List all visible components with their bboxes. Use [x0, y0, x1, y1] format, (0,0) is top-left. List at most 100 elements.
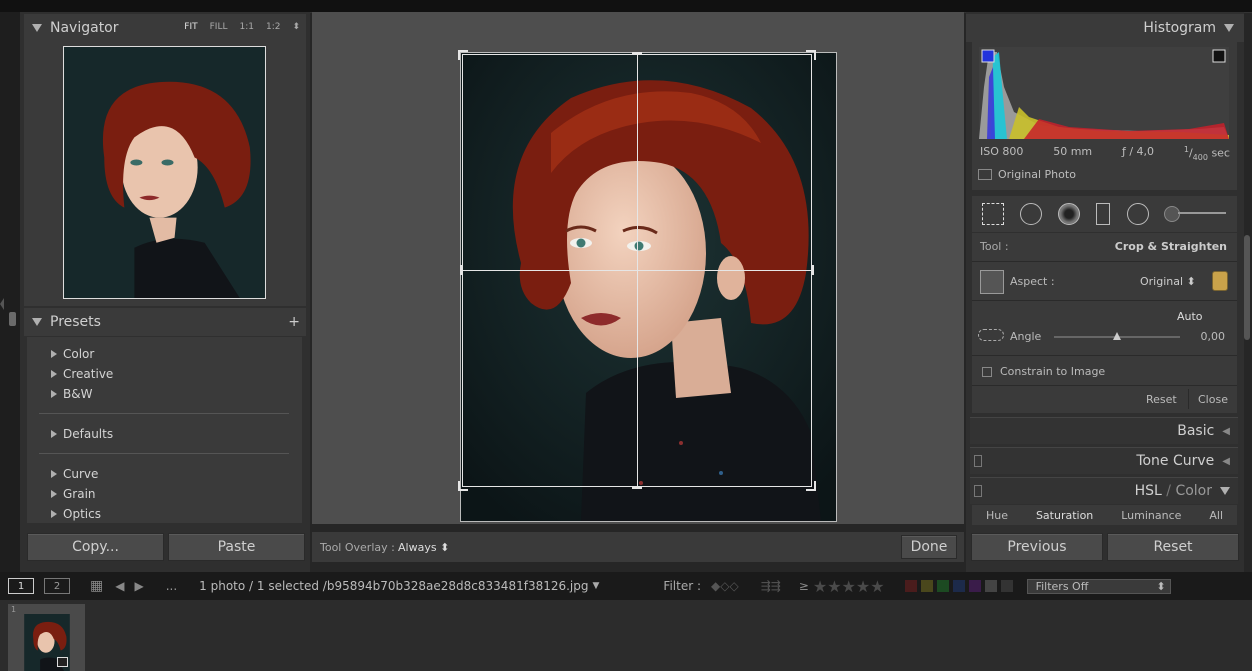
tone-curve-section-header[interactable]: Tone Curve ◀ [970, 447, 1238, 474]
tab-all[interactable]: All [1209, 509, 1223, 522]
panel-switch-icon[interactable] [974, 455, 982, 467]
right-panel-scrollbar[interactable] [1244, 235, 1250, 340]
tab-hue[interactable]: Hue [986, 509, 1008, 522]
crop-reset-button[interactable]: Reset [1146, 393, 1177, 406]
collapse-left-arrow-icon[interactable] [0, 298, 4, 310]
zoom-1-2[interactable]: 1:2 [266, 22, 280, 32]
flag-filter-icon[interactable]: ◆◇◇ [711, 579, 739, 593]
zoom-1-1[interactable]: 1:1 [239, 22, 253, 32]
preset-group-color[interactable]: Color [51, 347, 94, 361]
reset-button[interactable]: Reset [1107, 533, 1239, 561]
rating-operator[interactable]: ≥ [799, 579, 809, 593]
preset-group-optics[interactable]: Optics [51, 507, 101, 521]
zoom-fit[interactable]: FIT [184, 22, 197, 32]
collapse-triangle-icon[interactable] [1220, 487, 1230, 495]
scroll-grip[interactable] [9, 312, 16, 326]
star-icon[interactable]: ★ [827, 577, 841, 596]
blue-label-swatch[interactable] [952, 580, 965, 592]
collapse-triangle-icon[interactable] [32, 318, 42, 326]
crop-handle-left[interactable] [460, 265, 463, 275]
crop-handle-right[interactable] [811, 265, 814, 275]
crop-handle-bottom[interactable] [632, 486, 642, 489]
filmstrip-cell[interactable]: 1 [8, 604, 85, 671]
histogram-header[interactable]: Histogram [966, 14, 1244, 42]
zoom-stepper-icon[interactable]: ⬍ [292, 22, 300, 32]
straighten-tool-icon[interactable] [978, 329, 1004, 341]
source-ellipsis[interactable]: ... [166, 579, 177, 593]
adjustment-brush-icon[interactable] [1164, 206, 1180, 222]
left-edge-handle[interactable] [0, 12, 20, 572]
crop-handle-bottom-right[interactable] [806, 481, 816, 491]
focal-length-value: 50 mm [1053, 145, 1093, 158]
basic-section-header[interactable]: Basic ◀ [970, 417, 1238, 444]
grid-view-icon[interactable]: ▦ [90, 578, 103, 594]
constrain-checkbox[interactable] [982, 367, 992, 377]
purple-label-swatch[interactable] [968, 580, 981, 592]
copy-button[interactable]: Copy... [27, 533, 164, 561]
arrow-right-icon[interactable]: ▶ [134, 579, 143, 593]
preset-group-label: Color [63, 347, 95, 361]
crop-handle-top-left[interactable] [458, 50, 468, 60]
expand-triangle-icon [51, 490, 57, 498]
lock-icon[interactable] [1212, 271, 1228, 291]
green-label-swatch[interactable] [936, 580, 949, 592]
preset-group-curve[interactable]: Curve [51, 467, 98, 481]
tab-luminance[interactable]: Luminance [1121, 509, 1181, 522]
star-icon[interactable]: ★ [870, 577, 884, 596]
angle-value[interactable]: 0,00 [1201, 330, 1226, 343]
selection-status[interactable]: 1 photo / 1 selected /b95894b70b328ae28d… [199, 579, 588, 593]
hsl-section-header[interactable]: HSL / Color [970, 477, 1238, 504]
yellow-label-swatch[interactable] [920, 580, 933, 592]
collapse-triangle-icon[interactable] [32, 24, 42, 32]
crop-tool-icon[interactable] [982, 203, 1004, 225]
chevron-down-icon[interactable]: ▼ [593, 581, 600, 591]
collapse-triangle-icon[interactable] [1224, 24, 1234, 32]
angle-slider-thumb[interactable] [1113, 332, 1121, 340]
aspect-label: Aspect : [1010, 275, 1055, 288]
add-preset-icon[interactable]: + [288, 314, 300, 330]
tool-overlay-select[interactable]: Always ⬍ [398, 541, 449, 554]
done-button[interactable]: Done [901, 535, 957, 559]
filter-preset-select[interactable]: Filters Off ⬍ [1026, 578, 1171, 594]
checkbox-icon[interactable] [978, 169, 992, 180]
arrow-left-icon[interactable]: ◀ [115, 579, 124, 593]
rating-filter-stars[interactable]: ★★★★★ [813, 577, 885, 596]
histogram-graph[interactable] [979, 47, 1229, 139]
radial-filter-icon[interactable] [1127, 203, 1149, 225]
preset-group-creative[interactable]: Creative [51, 367, 113, 381]
preset-group-grain[interactable]: Grain [51, 487, 96, 501]
color-label-filters[interactable] [904, 580, 1017, 592]
custom-label-swatch[interactable] [984, 580, 997, 592]
star-icon[interactable]: ★ [856, 577, 870, 596]
graduated-filter-icon[interactable] [1096, 203, 1110, 225]
crop-handle-top[interactable] [632, 52, 642, 55]
tab-saturation[interactable]: Saturation [1036, 509, 1093, 522]
crop-aspect-icon[interactable] [980, 270, 1004, 294]
paste-button[interactable]: Paste [168, 533, 305, 561]
window-1-button[interactable]: 1 [8, 578, 34, 594]
crop-handle-top-right[interactable] [806, 50, 816, 60]
divider [972, 300, 1237, 301]
aspect-select[interactable]: Original ⬍ [1140, 275, 1196, 288]
crop-overlay[interactable] [458, 50, 816, 491]
zoom-fill[interactable]: FILL [210, 22, 228, 32]
window-2-button[interactable]: 2 [44, 578, 70, 594]
edit-filter-icon[interactable]: ⇶⇶ [761, 579, 781, 593]
preset-group-defaults[interactable]: Defaults [51, 427, 113, 441]
star-icon[interactable]: ★ [842, 577, 856, 596]
crop-close-button[interactable]: Close [1198, 393, 1228, 406]
presets-header[interactable]: Presets + [24, 308, 306, 336]
previous-button[interactable]: Previous [971, 533, 1103, 561]
spot-removal-icon[interactable] [1020, 203, 1042, 225]
panel-switch-icon[interactable] [974, 485, 982, 497]
preset-group-bw[interactable]: B&W [51, 387, 92, 401]
no-label-swatch[interactable] [1000, 580, 1013, 592]
red-label-swatch[interactable] [904, 580, 917, 592]
navigator-header[interactable]: Navigator FIT FILL 1:1 1:2 ⬍ [24, 14, 306, 42]
red-eye-icon[interactable] [1058, 203, 1080, 225]
navigator-thumbnail[interactable] [63, 46, 266, 299]
auto-button[interactable]: Auto [1177, 310, 1203, 323]
crop-handle-bottom-left[interactable] [458, 481, 468, 491]
original-photo-toggle[interactable]: Original Photo [978, 168, 1076, 181]
star-icon[interactable]: ★ [813, 577, 827, 596]
